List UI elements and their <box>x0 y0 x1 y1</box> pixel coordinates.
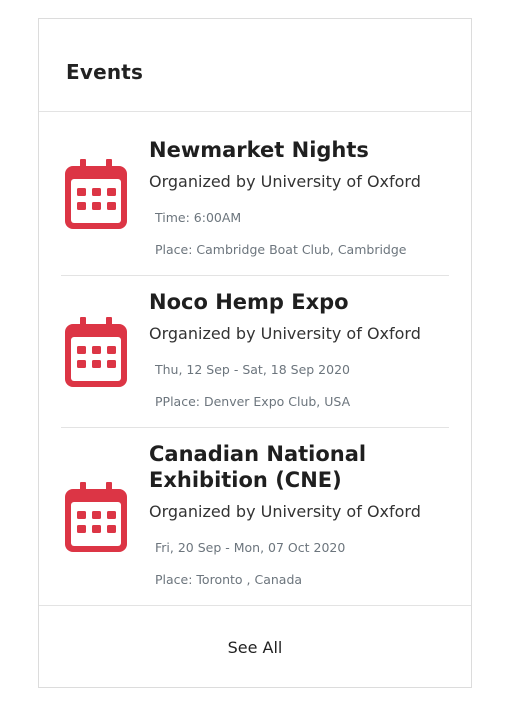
event-list: Newmarket Nights Organized by University… <box>61 112 449 606</box>
event-place: PPlace: Denver Expo Club, USA <box>155 394 351 409</box>
event-item[interactable]: Newmarket Nights Organized by University… <box>61 112 449 276</box>
event-title[interactable]: Noco Hemp Expo <box>149 289 443 315</box>
event-organizer: Organized by University of Oxford <box>149 172 421 191</box>
event-time: Time: 6:00AM <box>155 210 242 225</box>
see-all-link[interactable]: See All <box>228 638 283 657</box>
card-header: Events <box>39 19 471 112</box>
calendar-icon <box>65 158 127 229</box>
event-date: Thu, 12 Sep - Sat, 18 Sep 2020 <box>155 362 350 377</box>
card-footer: See All <box>39 605 471 687</box>
event-title[interactable]: Canadian National Exhibition (CNE) <box>149 441 443 493</box>
event-title[interactable]: Newmarket Nights <box>149 137 443 163</box>
events-card: Events Newmarket Nights Organized by Uni… <box>38 18 472 688</box>
event-date: Fri, 20 Sep - Mon, 07 Oct 2020 <box>155 540 346 555</box>
event-item[interactable]: Noco Hemp Expo Organized by University o… <box>61 276 449 428</box>
event-place: Place: Toronto , Canada <box>155 572 303 587</box>
card-title: Events <box>66 60 144 84</box>
event-item[interactable]: Canadian National Exhibition (CNE) Organ… <box>61 428 449 606</box>
event-organizer: Organized by University of Oxford <box>149 324 421 343</box>
event-place: Place: Cambridge Boat Club, Cambridge <box>155 242 407 257</box>
calendar-icon <box>65 482 127 552</box>
calendar-icon <box>65 316 127 387</box>
event-organizer: Organized by University of Oxford <box>149 502 421 521</box>
